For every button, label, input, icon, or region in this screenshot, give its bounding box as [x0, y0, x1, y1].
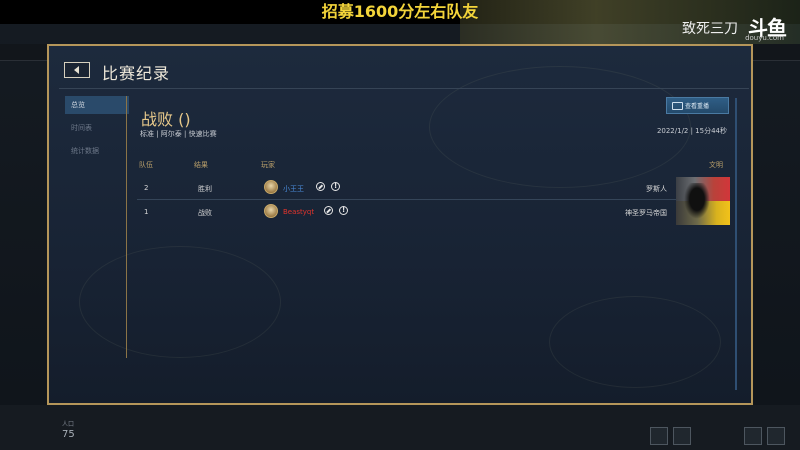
match-datetime: 2022/1/2 | 15分44秒: [656, 127, 727, 135]
hud-button-1[interactable]: [650, 427, 668, 445]
view-replay-button[interactable]: 查看重播: [666, 97, 729, 114]
report-icon[interactable]: !: [339, 206, 348, 215]
replay-icon: [672, 102, 683, 110]
match-result: 胜利: [198, 185, 212, 193]
hud-button-2[interactable]: [673, 427, 691, 445]
streamer-name: 致死三刀: [682, 21, 738, 37]
column-header-team: 队伍: [139, 161, 153, 169]
view-replay-label: 查看重播: [685, 103, 710, 110]
sidebar-item-timeline[interactable]: 时间表: [65, 119, 129, 137]
hud-button-4[interactable]: [767, 427, 785, 445]
sidebar: 总览 时间表 统计数据: [65, 96, 129, 165]
row-divider: [137, 199, 677, 200]
back-arrow-icon: [74, 66, 79, 74]
douyu-url: douyu.com: [745, 34, 784, 42]
block-icon[interactable]: [324, 206, 333, 215]
player-avatar: [264, 204, 278, 218]
stream-banner: 招募1600分左右队友: [321, 2, 479, 21]
back-button[interactable]: [64, 62, 90, 78]
match-result-title: 战败 (): [141, 110, 191, 129]
table-row[interactable]: 1 战败 Beastyqt ! 神圣罗马帝国: [137, 201, 729, 223]
match-result: 战败: [198, 209, 212, 217]
report-icon[interactable]: !: [331, 182, 340, 191]
match-history-dialog: 比赛纪录 总览 时间表 统计数据 战败 () 标准 | 阿尔泰 | 快速比赛 2…: [47, 44, 753, 405]
civilization-name: 神圣罗马帝国: [625, 209, 667, 217]
team-number: 2: [144, 184, 149, 192]
population-value: 75: [62, 429, 75, 440]
column-header-result: 结果: [194, 161, 208, 169]
column-header-player: 玩家: [261, 161, 275, 169]
dialog-title: 比赛纪录: [102, 64, 171, 83]
hud-button-3[interactable]: [744, 427, 762, 445]
population-readout: 人口 75: [62, 420, 75, 440]
topo-decoration: [79, 246, 281, 358]
dialog-header: 比赛纪录: [49, 46, 751, 94]
eagle-icon: [684, 183, 710, 219]
sidebar-item-overview[interactable]: 总览: [65, 96, 129, 114]
topo-decoration: [549, 296, 721, 388]
team-number: 1: [144, 208, 149, 216]
column-header-civ: 文明: [709, 161, 723, 169]
civ-flags: [676, 177, 730, 225]
sidebar-divider: [126, 96, 127, 358]
civilization-name: 罗斯人: [646, 185, 667, 193]
table-row[interactable]: 2 胜利 小王王 ! 罗斯人: [137, 177, 729, 199]
player-name[interactable]: Beastyqt: [283, 208, 314, 216]
match-settings: 标准 | 阿尔泰 | 快速比赛: [140, 130, 217, 138]
header-divider: [59, 88, 749, 89]
block-icon[interactable]: [316, 182, 325, 191]
player-avatar: [264, 180, 278, 194]
player-name[interactable]: 小王王: [283, 184, 304, 194]
sidebar-item-statistics[interactable]: 统计数据: [65, 142, 129, 160]
scrollbar[interactable]: [735, 98, 737, 390]
